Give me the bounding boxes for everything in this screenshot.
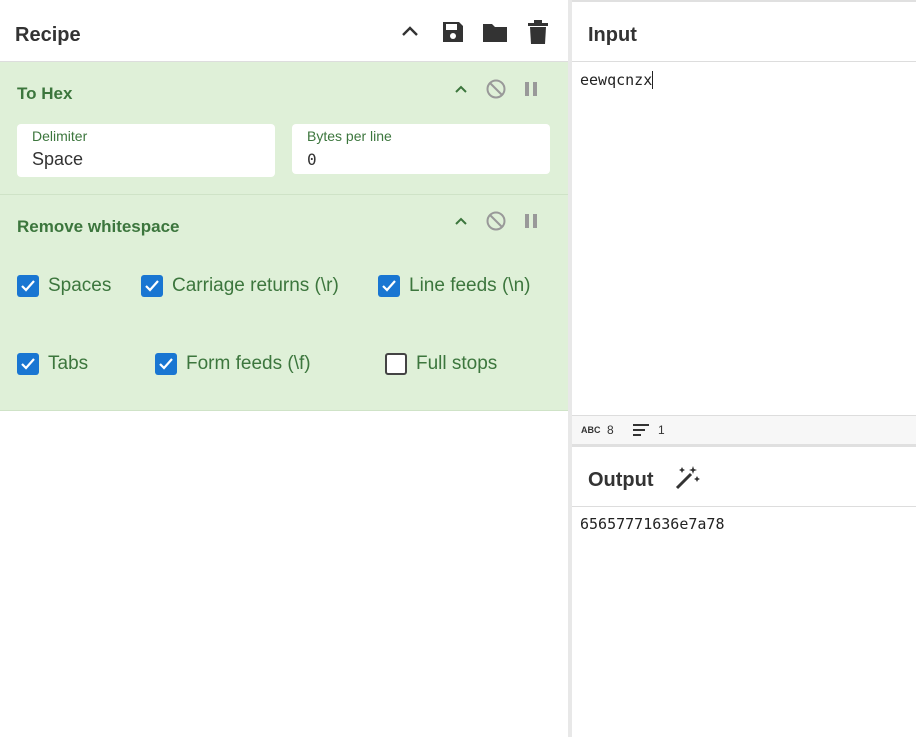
checkbox-label: Tabs xyxy=(48,353,89,374)
disable-icon[interactable] xyxy=(484,77,508,101)
output-header: Output xyxy=(572,447,916,507)
delimiter-field[interactable]: Delimiter Space xyxy=(17,124,275,177)
checkbox-line-feeds[interactable]: Line feeds (\n) xyxy=(378,273,530,299)
output-panel: Output 65657771636e7a78 xyxy=(572,447,916,737)
chevron-up-icon[interactable] xyxy=(449,77,473,101)
line-count: 1 xyxy=(658,423,665,437)
input-panel: Input eewqcnzx xyxy=(572,2,916,415)
recipe-header: Recipe xyxy=(0,2,568,62)
checkbox-carriage-returns[interactable]: Carriage returns (\r) xyxy=(141,273,339,299)
chevron-up-icon[interactable] xyxy=(396,18,424,46)
operation-title: Remove whitespace xyxy=(17,217,180,236)
input-textarea[interactable]: eewqcnzx xyxy=(572,62,916,415)
output-textarea[interactable]: 65657771636e7a78 xyxy=(572,507,916,737)
abc-icon: ABC xyxy=(581,425,601,435)
checkbox-full-stops[interactable]: Full stops xyxy=(385,351,497,377)
input-text: eewqcnzx xyxy=(580,71,653,89)
field-label: Bytes per line xyxy=(307,128,392,144)
checkbox-label: Carriage returns (\r) xyxy=(172,275,339,296)
recipe-title: Recipe xyxy=(15,24,81,46)
field-value: Space xyxy=(32,149,84,169)
checkbox-unchecked-icon[interactable] xyxy=(385,353,407,375)
output-title: Output xyxy=(588,469,654,491)
checkbox-label: Form feeds (\f) xyxy=(186,353,311,374)
input-header: Input xyxy=(572,2,916,62)
trash-icon[interactable] xyxy=(524,18,552,46)
field-value: 0 xyxy=(307,150,317,169)
chevron-up-icon[interactable] xyxy=(449,209,473,233)
checkbox-checked-icon[interactable] xyxy=(17,275,39,297)
checkbox-checked-icon[interactable] xyxy=(17,353,39,375)
recipe-panel: Recipe To Hex Delimiter Space Bytes per … xyxy=(0,0,568,737)
disable-icon[interactable] xyxy=(484,209,508,233)
text-caret xyxy=(652,71,654,89)
checkbox-form-feeds[interactable]: Form feeds (\f) xyxy=(155,351,311,377)
bytes-per-line-field[interactable]: Bytes per line 0 xyxy=(292,124,550,174)
checkbox-checked-icon[interactable] xyxy=(378,275,400,297)
magic-wand-icon[interactable] xyxy=(673,464,701,497)
operation-title: To Hex xyxy=(17,84,73,103)
operation-remove-whitespace: Remove whitespace Spaces Carriage return… xyxy=(0,195,568,411)
checkbox-tabs[interactable]: Tabs xyxy=(17,351,88,377)
save-icon[interactable] xyxy=(439,18,467,46)
checkbox-checked-icon[interactable] xyxy=(155,353,177,375)
output-text: 65657771636e7a78 xyxy=(580,515,725,533)
field-label: Delimiter xyxy=(32,128,88,144)
checkbox-label: Line feeds (\n) xyxy=(409,275,531,296)
char-count: 8 xyxy=(607,423,614,437)
checkbox-label: Full stops xyxy=(416,353,498,374)
input-status-bar: ABC 8 1 xyxy=(572,415,916,447)
lines-icon xyxy=(633,424,649,439)
checkbox-spaces[interactable]: Spaces xyxy=(17,273,111,299)
input-title: Input xyxy=(588,24,637,46)
checkbox-checked-icon[interactable] xyxy=(141,275,163,297)
pause-icon[interactable] xyxy=(519,77,543,101)
operation-to-hex: To Hex Delimiter Space Bytes per line 0 xyxy=(0,62,568,195)
folder-icon[interactable] xyxy=(481,18,509,46)
pause-icon[interactable] xyxy=(519,209,543,233)
checkbox-label: Spaces xyxy=(48,275,112,296)
